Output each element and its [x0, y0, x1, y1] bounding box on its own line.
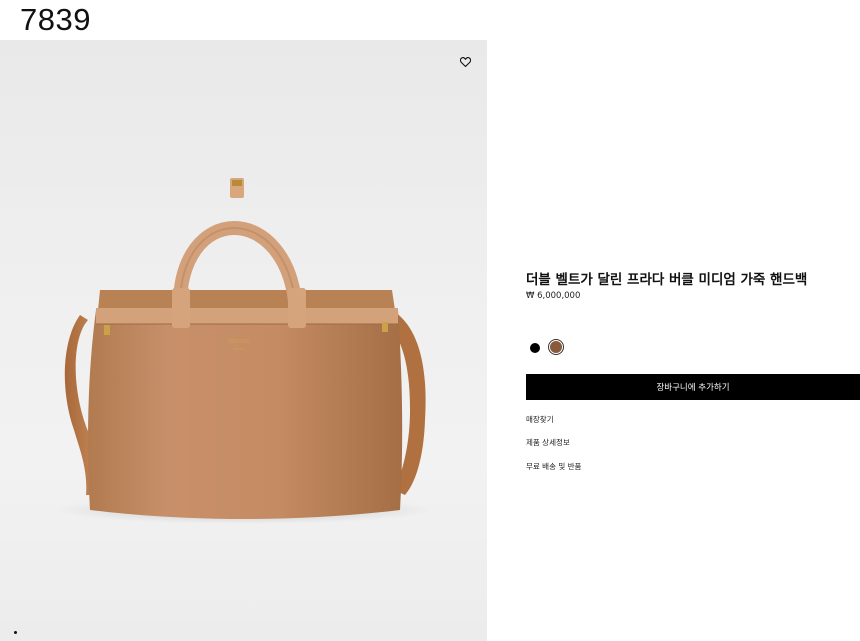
product-details-link[interactable]: 제품 상세정보 [526, 437, 570, 448]
shipping-returns-link[interactable]: 무료 배송 및 반품 [526, 461, 581, 472]
product-image: PRADA MILANO [0, 40, 487, 641]
add-to-cart-button[interactable]: 장바구니에 추가하기 [526, 374, 860, 400]
color-swatch-black[interactable] [530, 343, 540, 353]
page-number: 7839 [20, 2, 91, 37]
svg-text:PRADA: PRADA [229, 339, 250, 345]
wishlist-heart-icon[interactable] [456, 53, 474, 71]
color-swatch-brown[interactable] [549, 340, 563, 354]
store-locator-link[interactable]: 매장찾기 [526, 414, 554, 425]
product-title: 더블 벨트가 달린 프라다 버클 미디엄 가죽 핸드백 [526, 272, 808, 288]
handbag-illustration: PRADA MILANO [55, 178, 435, 524]
svg-text:MILANO: MILANO [233, 347, 246, 351]
product-price: ₩ 6,000,000 [526, 291, 581, 301]
carousel-indicator-dot[interactable] [14, 631, 17, 634]
